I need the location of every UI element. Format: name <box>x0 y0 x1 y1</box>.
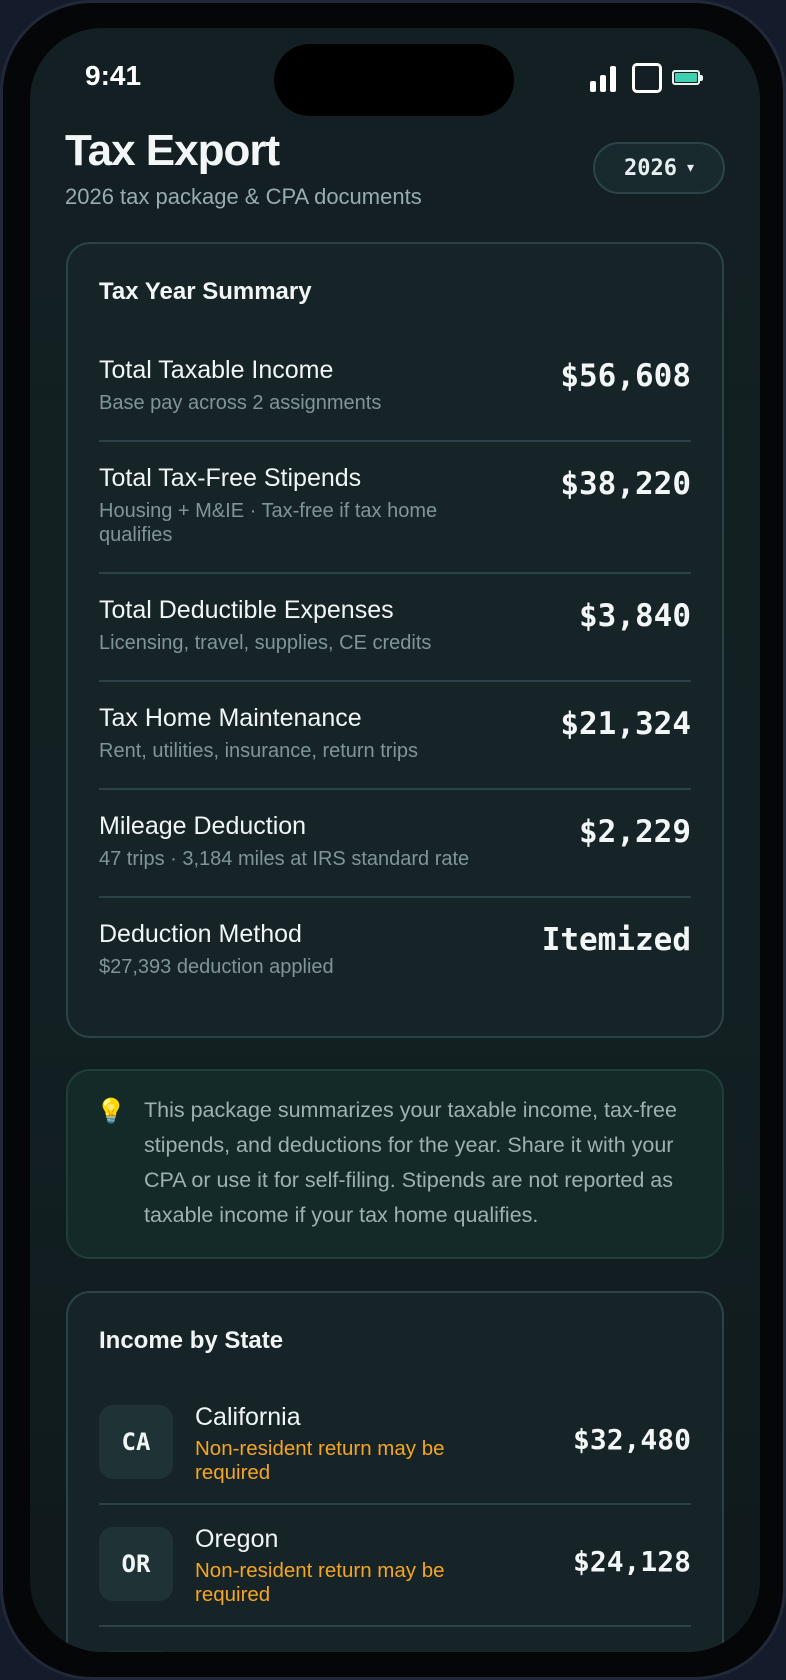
summary-title: Tax Year Summary <box>99 278 312 305</box>
state-row-or[interactable]: OR Oregon Non-resident return may be req… <box>99 1525 691 1607</box>
row-value: $56,608 <box>560 358 691 394</box>
row-divider <box>99 788 691 790</box>
info-note-card: 💡 This package summarizes your taxable i… <box>66 1069 724 1259</box>
row-sub: Licensing, travel, supplies, CE credits <box>99 632 432 654</box>
tax-year-summary-card: Tax Year Summary Total Taxable Income Ba… <box>66 242 724 1038</box>
row-value: $3,840 <box>579 598 691 634</box>
row-sub: Base pay across 2 assignments <box>99 392 382 414</box>
state-badge: CA <box>99 1405 173 1479</box>
row-sub: $27,393 deduction applied <box>99 956 334 978</box>
summary-row-deduction-method[interactable]: Deduction Method $27,393 deduction appli… <box>99 920 691 979</box>
row-divider <box>99 572 691 574</box>
row-sub: Rent, utilities, insurance, return trips <box>99 740 419 762</box>
state-badge: OR <box>99 1527 173 1601</box>
summary-row-taxable-income[interactable]: Total Taxable Income Base pay across 2 a… <box>99 356 691 415</box>
state-badge-peek <box>99 1651 173 1652</box>
summary-row-tax-free-stipends[interactable]: Total Tax-Free Stipends Housing + M&IE ·… <box>99 464 691 547</box>
state-note: Non-resident return may be required <box>195 1437 445 1484</box>
info-text: This package summarizes your taxable inc… <box>144 1098 677 1227</box>
summary-row-tax-home-maintenance[interactable]: Tax Home Maintenance Rent, utilities, in… <box>99 704 691 763</box>
row-value: Itemized <box>541 922 691 958</box>
row-divider <box>99 1503 691 1505</box>
summary-row-deductible-expenses[interactable]: Total Deductible Expenses Licensing, tra… <box>99 596 691 655</box>
row-divider <box>99 680 691 682</box>
row-divider <box>99 440 691 442</box>
state-row-ca[interactable]: CA California Non-resident return may be… <box>99 1403 691 1485</box>
battery-icon <box>672 70 703 85</box>
row-sub: 47 trips · 3,184 miles at IRS standard r… <box>99 848 470 870</box>
income-by-state-title: Income by State <box>99 1327 284 1354</box>
row-value: $21,324 <box>560 706 691 742</box>
state-value: $24,128 <box>572 1545 691 1578</box>
status-time: 9:41 <box>85 60 142 91</box>
dynamic-island <box>274 44 514 116</box>
state-value: $32,480 <box>572 1423 691 1456</box>
wifi-icon <box>632 63 662 93</box>
row-value: $38,220 <box>560 466 691 502</box>
state-note: Non-resident return may be required <box>195 1559 445 1606</box>
summary-row-mileage-deduction[interactable]: Mileage Deduction 47 trips · 3,184 miles… <box>99 812 691 871</box>
row-divider <box>99 1625 691 1627</box>
income-by-state-card: Income by State CA California Non-reside… <box>66 1291 724 1652</box>
row-sub: Housing + M&IE · Tax-free if tax home qu… <box>99 500 438 546</box>
state-name: California <box>195 1403 301 1431</box>
page-subtitle: 2026 tax package & CPA documents <box>65 184 422 209</box>
cellular-signal-icon <box>590 66 616 92</box>
app-screen: 9:41 Tax Export 2026 tax package & CPA d… <box>30 28 760 1652</box>
page-title: Tax Export <box>65 126 280 175</box>
year-selector-value: 2026 <box>623 155 677 181</box>
lightbulb-icon: 💡 <box>96 1098 126 1125</box>
year-selector[interactable]: 2026 ▾ <box>593 142 725 194</box>
chevron-down-icon: ▾ <box>686 160 694 176</box>
status-bar: 9:41 <box>30 28 760 128</box>
row-value: $2,229 <box>579 814 691 850</box>
row-divider <box>99 896 691 898</box>
state-name: Oregon <box>195 1525 279 1553</box>
